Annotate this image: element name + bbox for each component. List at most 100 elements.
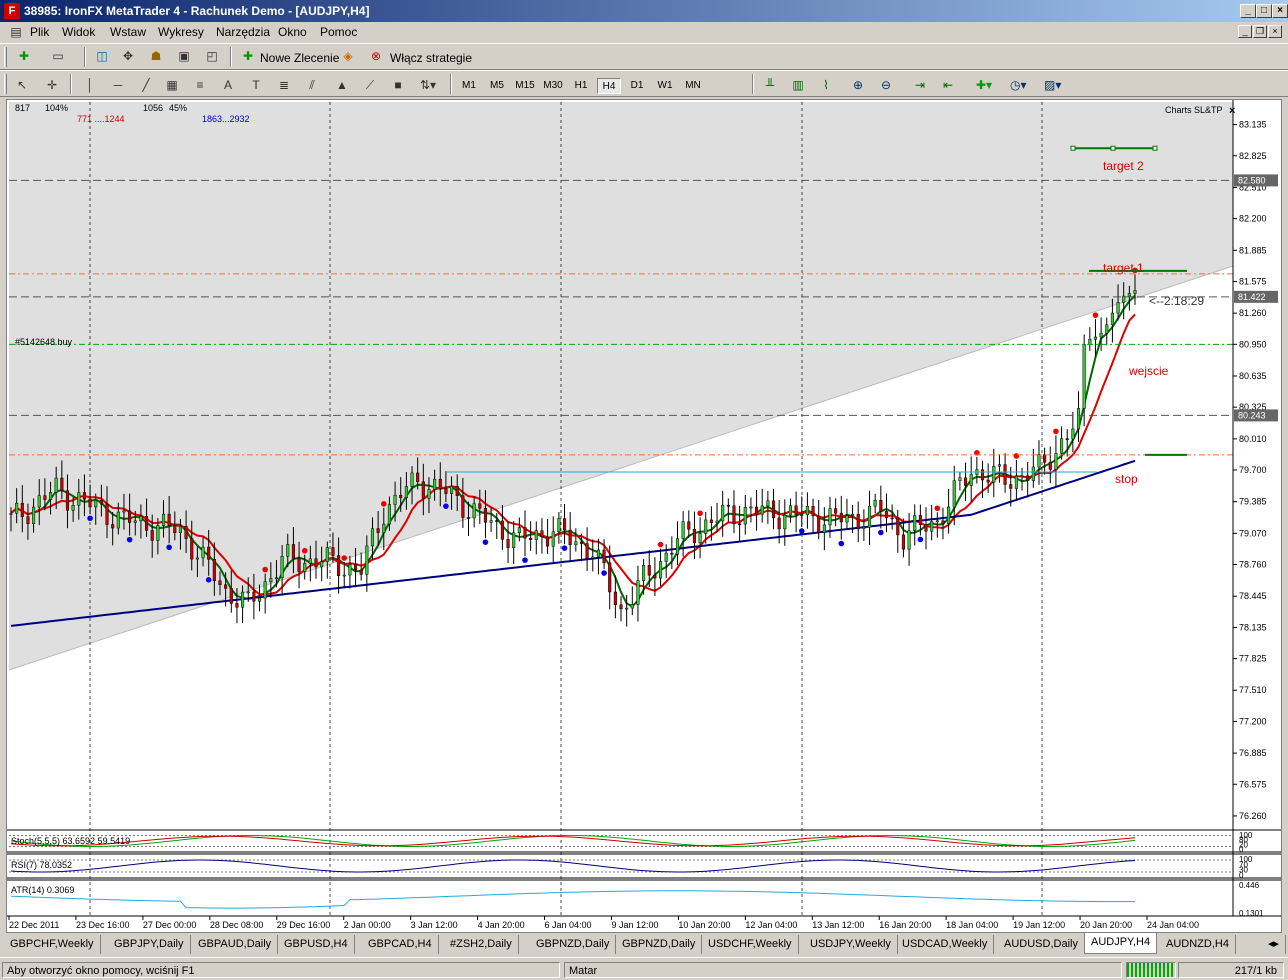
timeframe-d1[interactable]: D1 [625, 78, 649, 94]
data-window-icon[interactable]: ◰ [204, 48, 220, 64]
chart-shift-icon[interactable]: ⇤ [940, 77, 956, 93]
menu-okno[interactable]: Okno [278, 25, 307, 39]
candle-body [952, 480, 956, 508]
menu-wstaw[interactable]: Wstaw [110, 25, 146, 39]
zoom-out-icon[interactable]: ⊖ [878, 77, 894, 93]
chart-tab[interactable]: USDCHF,Weekly [702, 935, 799, 954]
line-chart-icon[interactable]: ⌇ [818, 77, 834, 93]
metaeditor-icon[interactable]: ◈ [340, 48, 356, 64]
candle-body [348, 564, 352, 576]
target2-handle [1152, 145, 1158, 151]
chart-tab[interactable]: AUDUSD,Daily [998, 935, 1085, 954]
tester-icon[interactable]: ▣ [176, 48, 192, 64]
timeframe-m30[interactable]: M30 [541, 78, 565, 94]
chart-tab[interactable]: GBPJPY,Daily [108, 935, 191, 954]
vertical-line-icon[interactable]: │ [82, 77, 98, 93]
fibonacci-icon[interactable]: ≡ [192, 77, 208, 93]
candle-body [997, 464, 1001, 467]
menu-widok[interactable]: Widok [62, 25, 95, 39]
triangle-icon[interactable]: ▲ [334, 77, 350, 93]
timeframe-h4[interactable]: H4 [597, 78, 621, 94]
candle-body [873, 500, 877, 507]
fibo-fan-icon[interactable]: ≣ [276, 77, 292, 93]
candle-body [399, 494, 403, 499]
horizontal-line-icon[interactable]: ─ [110, 77, 126, 93]
navigator-icon[interactable]: ✥ [120, 48, 136, 64]
new-order-button[interactable]: Nowe Zlecenie [260, 48, 339, 68]
pitchfork-icon[interactable]: ⟋ [362, 77, 378, 93]
new-chart-icon[interactable]: ✚ [16, 48, 32, 64]
candle-body [992, 465, 996, 483]
chart-tab[interactable]: AUDNZD,H4 [1160, 935, 1236, 954]
tab-scroll-arrows-icon[interactable]: ◂▸ [1262, 935, 1287, 954]
price-highlight-label: 81.422 [1238, 292, 1266, 302]
timeframe-w1[interactable]: W1 [653, 78, 677, 94]
candle-body [506, 539, 510, 548]
timeframe-mn[interactable]: MN [681, 78, 705, 94]
cursor-icon[interactable]: ↖ [14, 77, 30, 93]
zoom-in-icon[interactable]: ⊕ [850, 77, 866, 93]
fractal-up [341, 555, 348, 561]
rectangle-icon[interactable]: ■ [390, 77, 406, 93]
bar-chart-icon[interactable]: ╨ [762, 77, 778, 93]
timeframe-m1[interactable]: M1 [457, 78, 481, 94]
timeframe-h1[interactable]: H1 [569, 78, 593, 94]
templates-icon[interactable]: ▨▾ [1044, 77, 1061, 93]
menu-pomoc[interactable]: Pomoc [320, 25, 357, 39]
candle-body [342, 574, 346, 577]
separator [84, 47, 86, 67]
chart-tab[interactable]: GBPAUD,Daily [192, 935, 279, 954]
menu-wykresy[interactable]: Wykresy [158, 25, 204, 39]
equidistant-channel-icon[interactable]: ▦ [164, 77, 180, 93]
text-label-icon[interactable]: T [248, 77, 264, 93]
maximize-button[interactable]: □ [1256, 4, 1272, 18]
indicators-icon[interactable]: ✚▾ [976, 77, 992, 93]
price-chart[interactable]: 83.13582.82582.51082.20081.88581.57581.2… [7, 100, 1281, 932]
candle-body [483, 508, 488, 523]
chart-tab[interactable]: GBPNZD,Daily [616, 935, 703, 954]
trendline-icon[interactable]: ╱ [138, 77, 154, 93]
close-button[interactable]: × [1272, 4, 1288, 18]
candle-body [698, 533, 702, 544]
profiles-icon[interactable]: ▭ [50, 48, 66, 64]
chart-tabs: GBPCHF,Weekly GBPJPY,Daily GBPAUD,Daily GBP… [0, 933, 1288, 955]
chart-tab[interactable]: USDJPY,Weekly [804, 935, 898, 954]
expert-advisors-icon[interactable]: ⊗ [368, 48, 384, 64]
chart-tab[interactable]: GBPUSD,H4 [278, 935, 355, 954]
chart-window[interactable]: 83.135 82.825 82.510 82.200 81.885 81.575 81.2… [6, 99, 1282, 933]
candle-body [212, 559, 216, 581]
mdi-close-button[interactable]: × [1268, 25, 1282, 38]
chart-tab[interactable]: GBPCAD,H4 [362, 935, 439, 954]
candle-body [884, 511, 889, 519]
text-icon[interactable]: A [220, 77, 236, 93]
chart-tab[interactable]: USDCAD,Weekly [896, 935, 995, 954]
chart-tab[interactable]: #ZSH2,Daily [444, 935, 519, 954]
candle-body [788, 505, 793, 516]
timeframe-m5[interactable]: M5 [485, 78, 509, 94]
autoscroll-icon[interactable]: ⇥ [912, 77, 928, 93]
mdi-minimize-button[interactable]: _ [1238, 25, 1252, 38]
gann-icon[interactable]: ⫽ [304, 77, 320, 93]
new-order-icon[interactable]: ✚ [240, 48, 256, 64]
candlestick-icon[interactable]: ▥ [790, 77, 806, 93]
menu-plik[interactable]: Plik [30, 25, 49, 39]
indicator-close-icon[interactable]: × [1229, 105, 1235, 117]
minimize-button[interactable]: _ [1240, 4, 1256, 18]
candle-body [207, 546, 211, 560]
mdi-restore-button[interactable]: ❐ [1253, 25, 1267, 38]
arrows-dropdown-icon[interactable]: ⇅▾ [420, 77, 436, 93]
candle-body [274, 577, 279, 579]
candle-body [687, 521, 691, 530]
timeframe-m15[interactable]: M15 [513, 78, 537, 94]
chart-tab[interactable]: GBPCHF,Weekly [4, 935, 101, 954]
candle-body [862, 527, 866, 529]
enable-strategies-button[interactable]: Włącz strategie [390, 48, 472, 68]
menu-narzedzia[interactable]: Narzędzia [216, 25, 270, 39]
candle-body [755, 506, 759, 515]
periods-clock-icon[interactable]: ◷▾ [1010, 77, 1027, 93]
chart-tab[interactable]: GBPNZD,Daily [530, 935, 617, 954]
crosshair-icon[interactable]: ✛ [44, 77, 60, 93]
terminal-icon[interactable]: ☗ [148, 48, 164, 64]
market-watch-icon[interactable]: ◫ [94, 48, 110, 64]
chart-tab[interactable]: AUDJPY,H4 [1084, 933, 1158, 954]
